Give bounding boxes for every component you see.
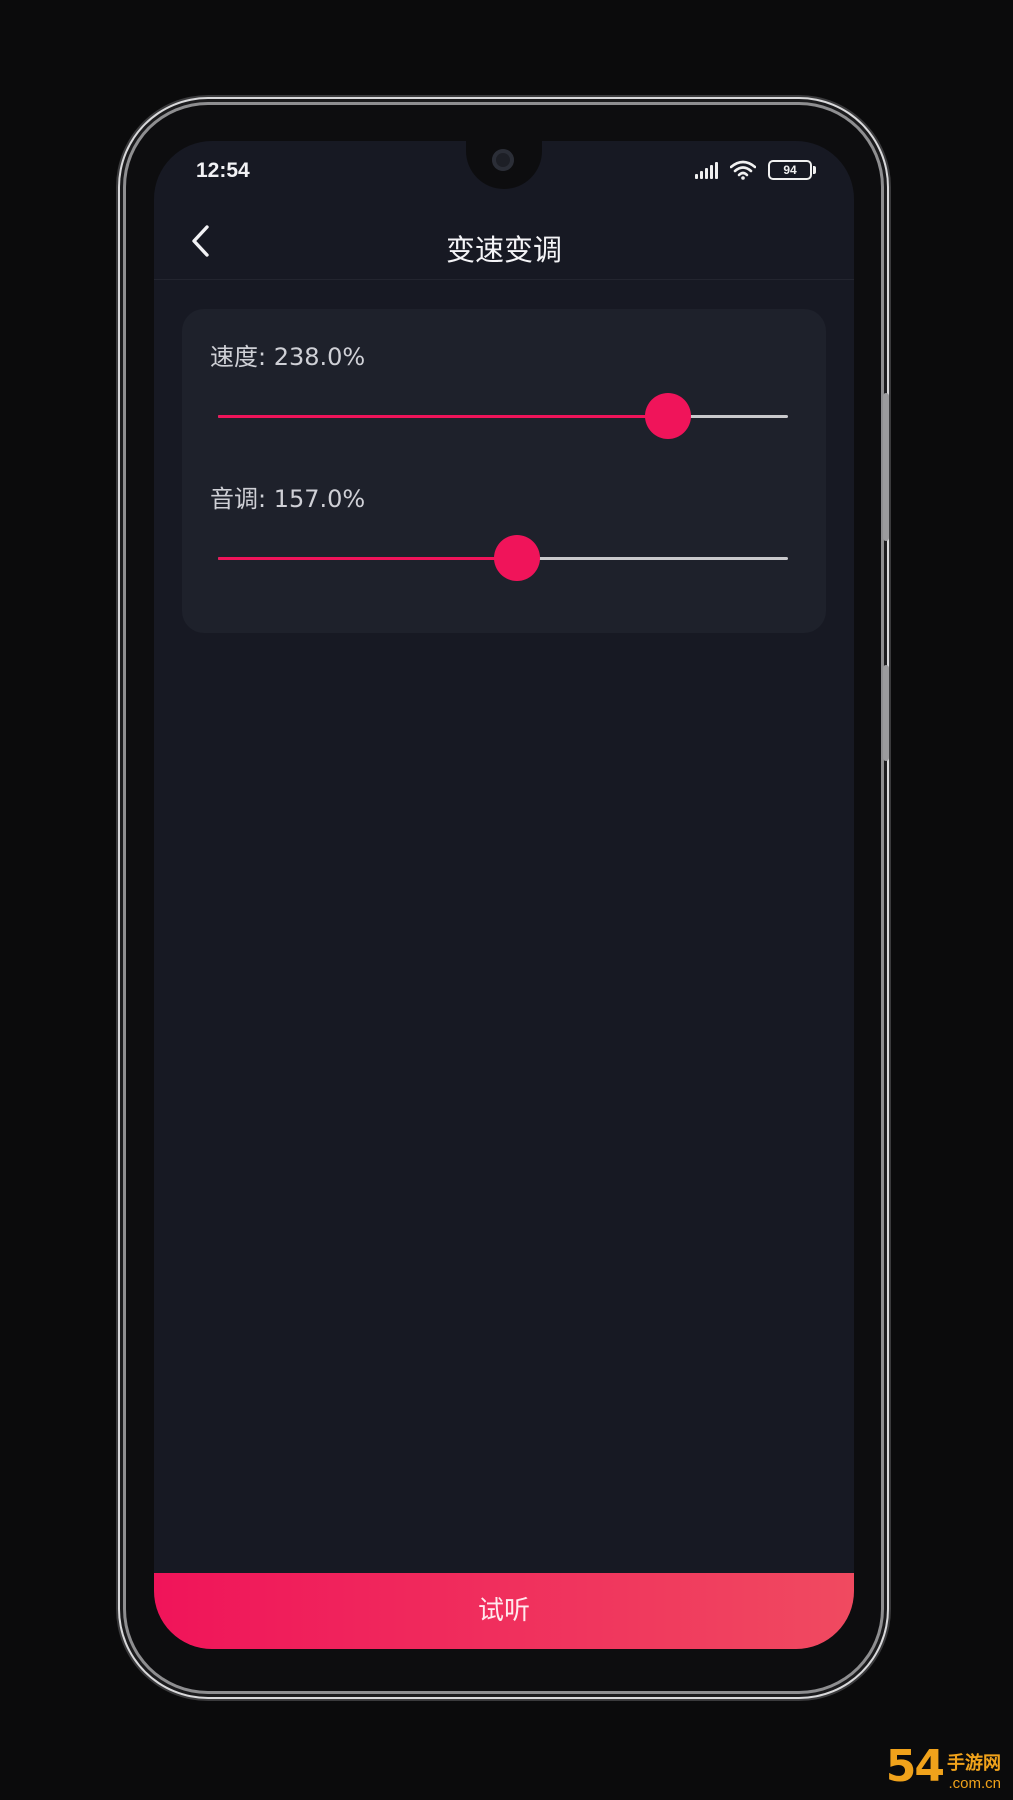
battery-icon: 94 <box>768 160 816 180</box>
phone-frame: 12:54 94 变速变调 速度: 238.0% 音调: 157.0% 试听 <box>126 105 889 1691</box>
wifi-icon <box>730 160 756 180</box>
volume-button <box>883 393 889 541</box>
page-title: 变速变调 <box>445 233 562 267</box>
status-time: 12:54 <box>196 159 250 182</box>
power-button <box>883 665 889 761</box>
site-watermark: 54 手游网 .com.cn <box>886 1741 1001 1792</box>
pitch-slider-fill <box>218 557 518 560</box>
speed-label: 速度: 238.0% <box>210 343 366 371</box>
watermark-line2: .com.cn <box>948 1775 1001 1792</box>
pitch-label: 音调: 157.0% <box>210 485 366 513</box>
battery-level: 94 <box>783 163 797 177</box>
watermark-logo: 54 <box>885 1741 945 1792</box>
watermark-line1: 手游网 <box>947 1753 1001 1774</box>
front-camera <box>492 149 514 171</box>
watermark-text: 手游网 .com.cn <box>947 1749 1001 1792</box>
app-screen: 12:54 94 变速变调 速度: 238.0% 音调: 157.0% 试听 <box>154 141 854 1649</box>
speed-slider[interactable] <box>218 393 788 439</box>
signal-icon <box>695 161 718 179</box>
speed-slider-thumb[interactable] <box>645 393 692 439</box>
pitch-slider[interactable] <box>218 535 788 581</box>
preview-listen-button[interactable]: 试听 <box>154 1573 854 1649</box>
settings-card: 速度: 238.0% 音调: 157.0% <box>182 309 826 633</box>
speed-slider-fill <box>218 415 669 418</box>
top-navigation-bar: 变速变调 <box>154 207 854 280</box>
pitch-slider-thumb[interactable] <box>494 535 541 581</box>
status-icons: 94 <box>695 160 816 180</box>
